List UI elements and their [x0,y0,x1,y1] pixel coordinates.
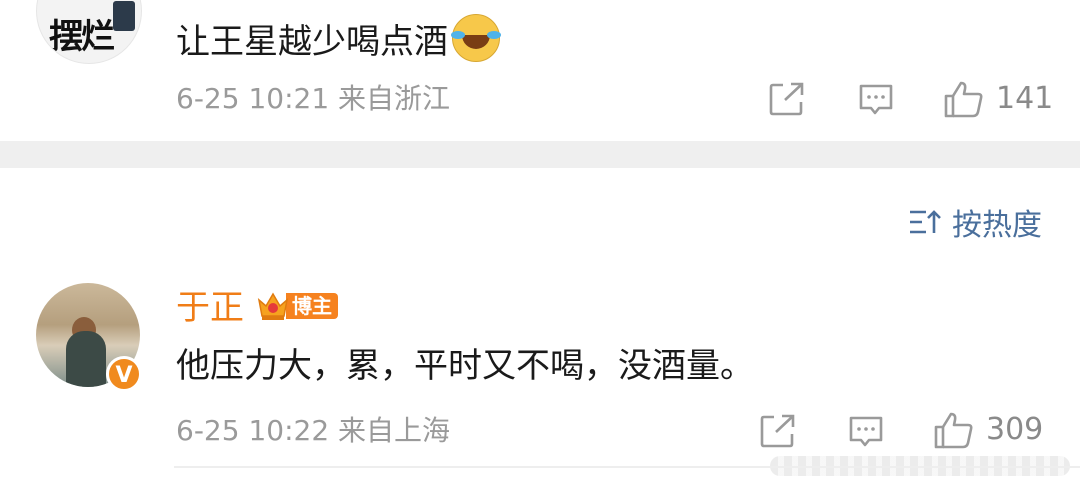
username[interactable]: 于正 [176,288,244,328]
comment-meta: 6-25 10:22 来自上海 [176,414,450,448]
thumbs-up-icon [934,412,973,449]
comment-icon [849,416,883,447]
sort-label: 按热度 [952,208,1042,243]
share-icon [760,414,795,448]
comment-separator [174,466,1080,468]
avatar-bag-graphic [113,1,135,31]
avatar-logo-text: 摆烂 [49,17,115,57]
share-button[interactable] [760,414,796,448]
thumbs-up-icon [944,81,983,118]
share-icon [769,82,804,116]
comment-location: 来自上海 [338,414,451,447]
avatar-body [66,331,106,387]
sort-icon [910,210,941,234]
like-count: 141 [996,81,1054,116]
reply-button[interactable] [848,414,884,450]
comment-text: 让王星越少喝点酒 [176,14,500,62]
comment-body: 让王星越少喝点酒 [176,22,448,62]
like-button[interactable]: 309 [934,411,1043,449]
comment-meta: 6-25 10:21 来自浙江 [176,82,450,116]
section-divider [0,141,1080,168]
comment-time: 6-25 10:21 [176,82,330,115]
share-button[interactable] [769,82,805,116]
sort-toggle[interactable]: 按热度 [908,202,1042,243]
avatar[interactable]: 摆烂 [36,0,142,64]
reply-button[interactable] [858,82,894,118]
crown-icon [257,292,289,320]
like-count: 309 [986,412,1044,447]
comment-time: 6-25 10:22 [176,414,330,447]
comment-body: 他压力大，累，平时又不喝，没酒量。 [176,346,754,386]
laugh-cry-emoji-icon [451,14,500,62]
author-badge: 博主 [256,290,338,322]
like-button[interactable]: 141 [944,80,1053,118]
author-badge-label: 博主 [286,293,338,319]
comment-location: 来自浙江 [338,82,451,115]
verified-badge-icon: V [106,356,142,392]
comment-icon [859,84,893,115]
